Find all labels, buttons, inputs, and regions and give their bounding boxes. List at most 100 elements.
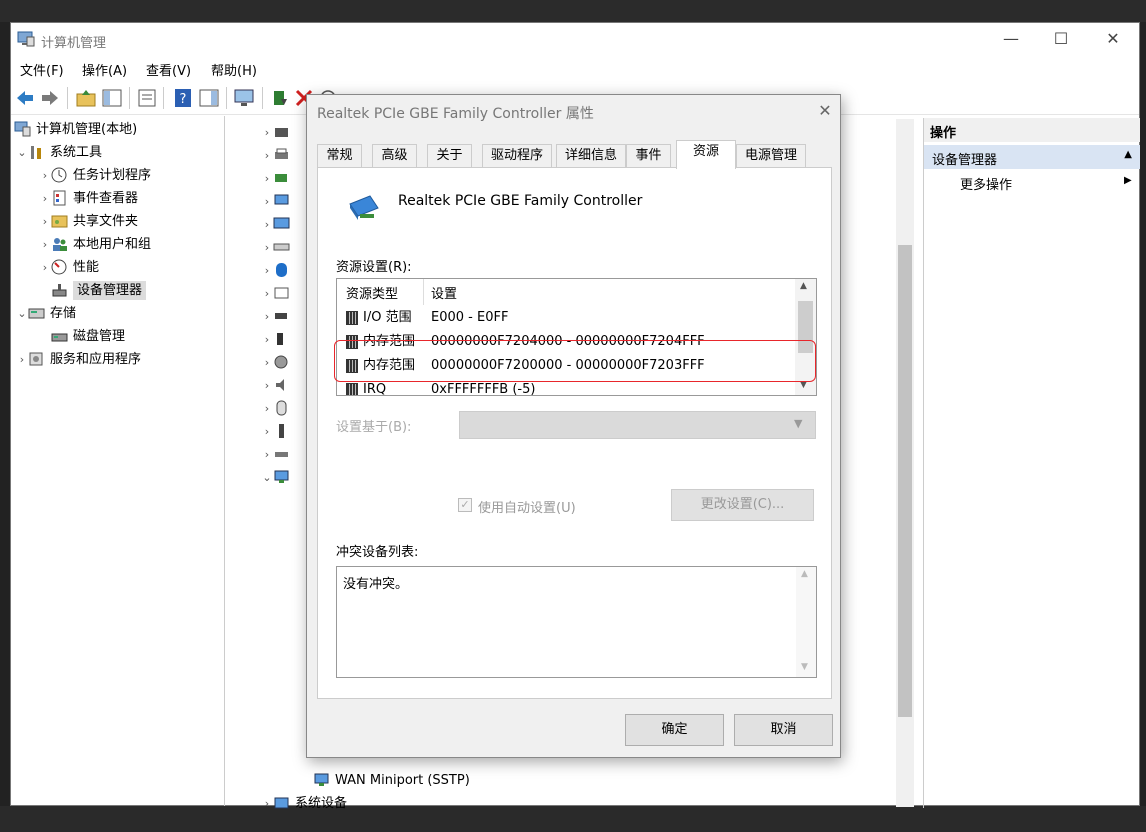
device-category-row-network-adapters[interactable]: ⌄ <box>261 466 295 489</box>
maximize-button[interactable]: ☐ <box>1037 23 1085 55</box>
device-category-row[interactable]: › <box>261 167 295 190</box>
tree-item-event-viewer[interactable]: › 事件查看器 <box>39 187 138 210</box>
chevron-down-icon[interactable]: ⌄ <box>16 302 28 325</box>
device-category-row[interactable]: › <box>261 443 295 466</box>
device-category-row[interactable]: › <box>261 351 295 374</box>
use-auto-settings-checkbox[interactable]: ✓ <box>458 498 472 512</box>
device-category-row[interactable]: › <box>261 213 295 236</box>
bluetooth-icon <box>276 262 287 277</box>
tab-general[interactable]: 常规 <box>317 144 362 168</box>
device-row-wan-miniport-sstp[interactable]: WAN Miniport (SSTP) <box>313 769 470 792</box>
tree-item-device-manager[interactable]: 设备管理器 <box>51 279 147 302</box>
navigation-tree: 计算机管理(本地) ⌄ 系统工具 › 任务计划程序 › 事件查看器 › 共享文件夹 › 本… <box>11 116 225 806</box>
menu-help[interactable]: 帮助(H) <box>211 60 257 79</box>
tree-item-services-apps-label: 服务和应用程序 <box>50 352 142 367</box>
device-category-row[interactable]: › <box>261 305 295 328</box>
chevron-down-icon[interactable]: ⌄ <box>16 141 28 164</box>
menu-action[interactable]: 操作(A) <box>82 60 127 79</box>
chevron-right-icon[interactable]: › <box>39 164 51 187</box>
tree-item-services-apps[interactable]: › 服务和应用程序 <box>16 348 141 371</box>
scroll-up-icon[interactable]: ▲ <box>801 569 808 579</box>
tree-item-system-tools[interactable]: ⌄ 系统工具 <box>16 141 102 164</box>
show-hide-tree-icon[interactable] <box>101 87 123 109</box>
submenu-arrow-icon: ▶ <box>1124 175 1132 186</box>
back-arrow-icon[interactable] <box>14 87 36 109</box>
update-driver-icon[interactable] <box>269 87 291 109</box>
device-category-row-system-devices[interactable]: › 系统设备 <box>261 792 347 815</box>
actions-device-manager[interactable]: 设备管理器 ▲ <box>924 145 1140 169</box>
chevron-right-icon[interactable]: › <box>39 256 51 279</box>
conflict-list-scrollbar[interactable]: ▲ ▼ <box>796 567 816 677</box>
tree-item-storage-label: 存储 <box>50 306 77 321</box>
computer-management-icon <box>14 121 31 136</box>
conflict-devices-list[interactable]: 没有冲突。 ▲ ▼ <box>336 566 817 678</box>
chevron-right-icon[interactable]: › <box>16 348 28 371</box>
desktop-left-edge <box>0 22 10 832</box>
column-header-resource-type[interactable]: 资源类型 <box>346 283 398 302</box>
device-category-row[interactable]: › <box>261 121 295 144</box>
menu-file[interactable]: 文件(F) <box>20 60 64 79</box>
menu-view[interactable]: 查看(V) <box>146 60 191 79</box>
chevron-right-icon[interactable]: › <box>39 233 51 256</box>
scroll-up-icon[interactable]: ▲ <box>800 281 807 291</box>
tab-advanced[interactable]: 高级 <box>372 144 417 168</box>
dialog-close-button[interactable]: ✕ <box>813 99 837 123</box>
disk-drive-icon <box>274 355 288 368</box>
tree-item-root[interactable]: 计算机管理(本地) <box>14 118 137 141</box>
printer-icon <box>275 148 288 159</box>
dialog-title: Realtek PCIe GBE Family Controller 属性 <box>317 106 594 122</box>
device-category-icon <box>275 127 288 137</box>
more-actions[interactable]: 更多操作 ▶ <box>960 174 1132 193</box>
action-pane-icon[interactable] <box>198 87 220 109</box>
forward-arrow-icon[interactable] <box>39 87 61 109</box>
tab-power-management[interactable]: 电源管理 <box>736 144 806 168</box>
column-header-setting[interactable]: 设置 <box>431 283 457 302</box>
chevron-right-icon[interactable]: › <box>39 210 51 233</box>
properties-icon[interactable] <box>136 87 158 109</box>
ok-button[interactable]: 确定 <box>625 714 724 746</box>
toolbar-separator <box>262 87 263 109</box>
device-list-scroll-thumb[interactable] <box>898 245 912 717</box>
help-icon[interactable]: ? <box>172 87 194 109</box>
tab-resources[interactable]: 资源 <box>676 140 736 169</box>
conflict-devices-text: 没有冲突。 <box>343 577 409 592</box>
clock-icon <box>51 167 67 182</box>
tab-details[interactable]: 详细信息 <box>556 144 626 168</box>
device-category-row[interactable]: › <box>261 397 295 420</box>
tree-item-storage[interactable]: ⌄ 存储 <box>16 302 76 325</box>
network-adapter-icon <box>314 773 329 786</box>
scroll-down-icon[interactable]: ▼ <box>801 662 808 672</box>
audio-icon <box>276 378 284 391</box>
column-divider[interactable] <box>423 279 424 305</box>
device-category-row[interactable]: › <box>261 144 295 167</box>
toolbar-separator <box>67 87 68 109</box>
device-category-row[interactable]: › <box>261 374 295 397</box>
up-folder-icon[interactable] <box>75 87 97 109</box>
tree-item-performance[interactable]: › 性能 <box>39 256 99 279</box>
tab-events[interactable]: 事件 <box>626 144 671 168</box>
device-category-row[interactable]: › <box>261 259 295 282</box>
device-category-row[interactable]: › <box>261 190 295 213</box>
network-icon <box>275 312 287 319</box>
cancel-button[interactable]: 取消 <box>734 714 833 746</box>
tree-item-task-scheduler[interactable]: › 任务计划程序 <box>39 164 151 187</box>
close-button[interactable]: ✕ <box>1089 23 1137 55</box>
device-category-row[interactable]: › <box>261 236 295 259</box>
tab-about[interactable]: 关于 <box>427 144 472 168</box>
tree-item-local-users[interactable]: › 本地用户和组 <box>39 233 151 256</box>
collapse-up-icon[interactable]: ▲ <box>1124 149 1132 160</box>
mouse-icon <box>276 400 287 415</box>
device-category-row[interactable]: › <box>261 420 295 443</box>
tree-item-shared-folders[interactable]: › 共享文件夹 <box>39 210 138 233</box>
actions-header: 操作 <box>924 118 1140 142</box>
chevron-right-icon[interactable]: › <box>39 187 51 210</box>
device-category-row[interactable]: › <box>261 328 295 351</box>
minimize-button[interactable]: — <box>987 23 1035 55</box>
battery-icon <box>275 173 287 182</box>
monitor-icon[interactable] <box>233 87 255 109</box>
users-icon <box>53 237 67 251</box>
storage-icon <box>28 308 45 318</box>
tree-item-disk-management[interactable]: 磁盘管理 <box>51 325 125 348</box>
tab-driver[interactable]: 驱动程序 <box>482 144 552 168</box>
device-category-row[interactable]: › <box>261 282 295 305</box>
